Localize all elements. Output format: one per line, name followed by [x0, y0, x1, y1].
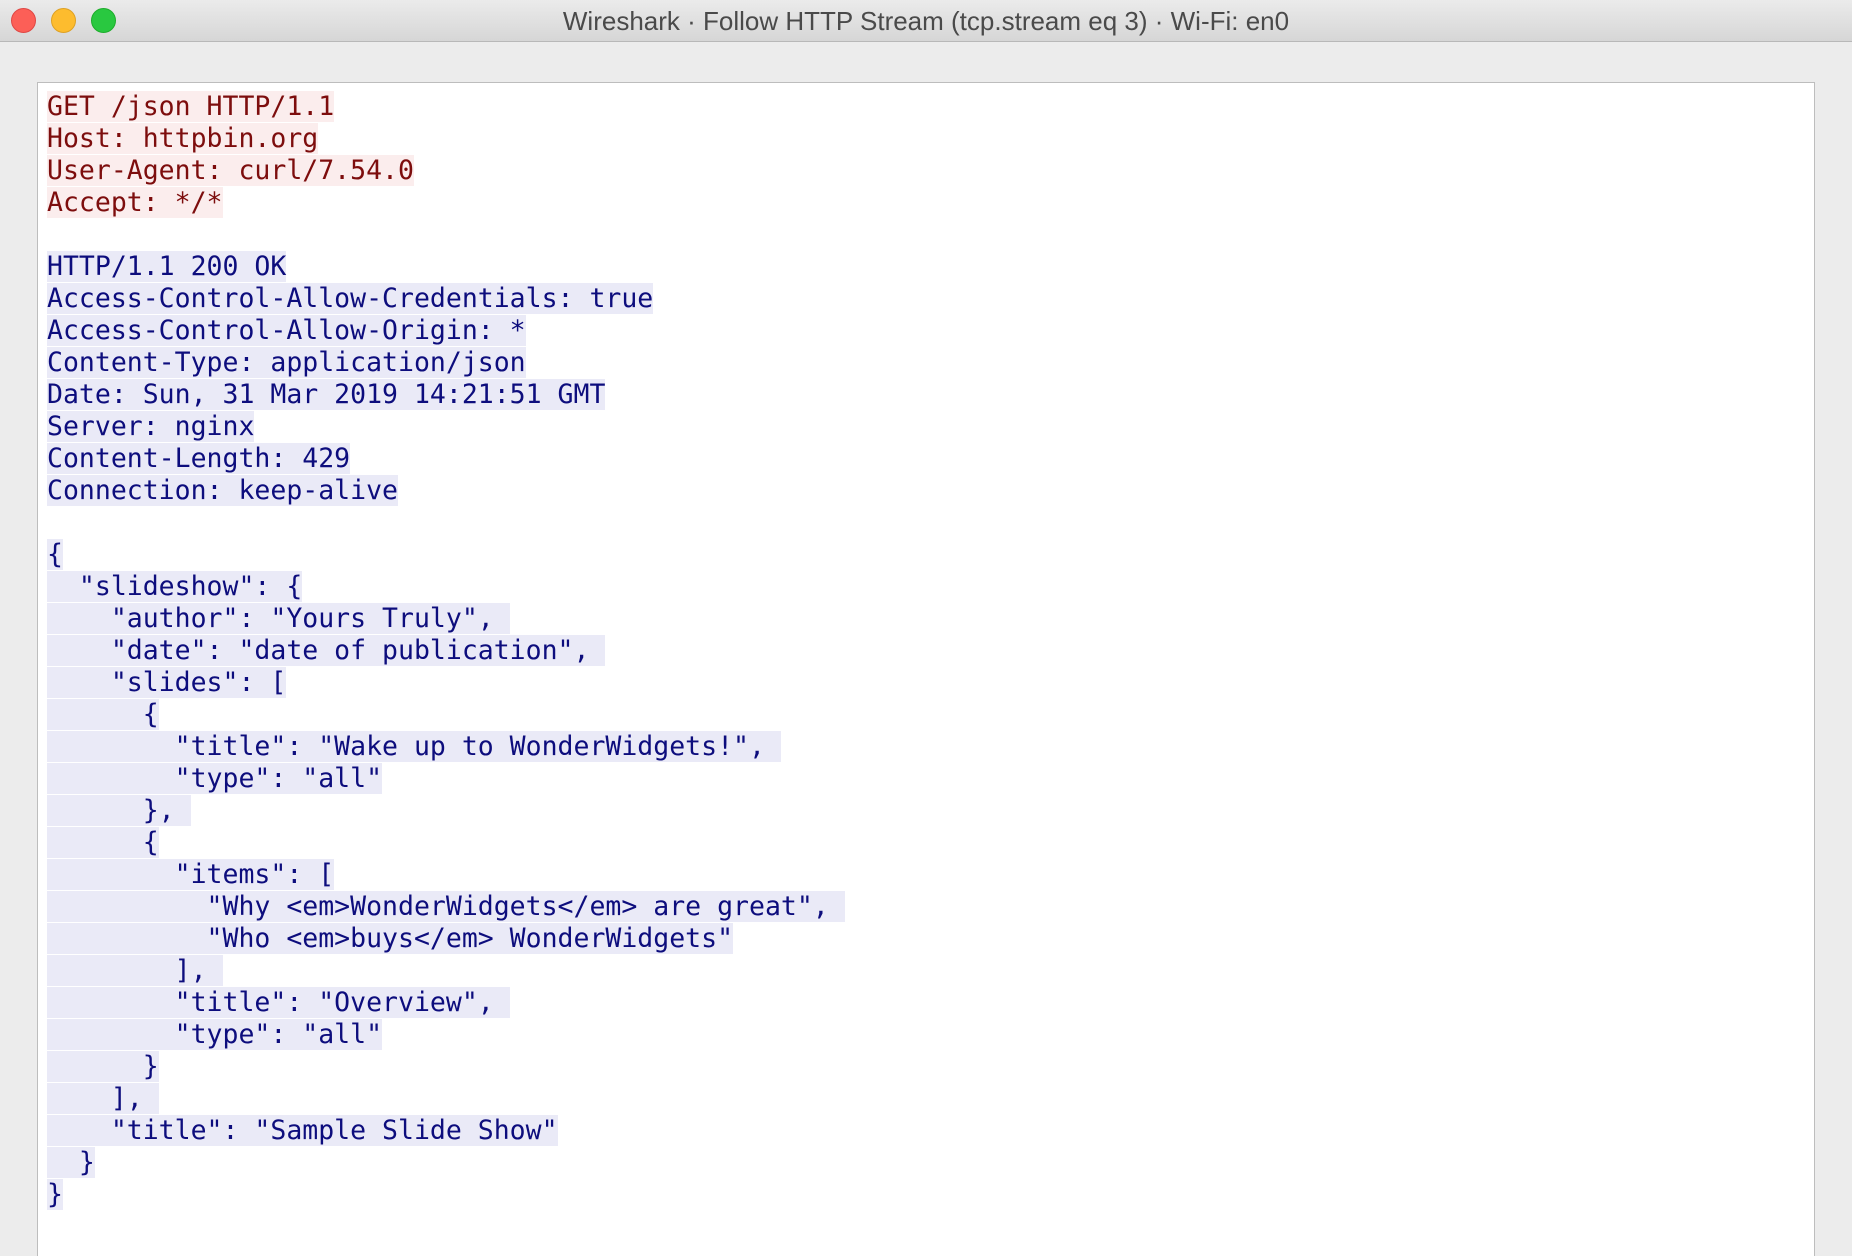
stream-line-text: "Who <em>buys</em> WonderWidgets": [47, 923, 734, 954]
stream-line-text: "type": "all": [47, 1019, 383, 1050]
title-bar[interactable]: Wireshark · Follow HTTP Stream (tcp.stre…: [0, 0, 1852, 42]
server-response-line: },: [47, 795, 845, 827]
stream-line-text: {: [47, 699, 159, 730]
server-response-line: ],: [47, 1083, 845, 1115]
stream-line-text: "author": "Yours Truly",: [47, 603, 510, 634]
stream-line-text: }: [47, 1147, 95, 1178]
server-response-line: "title": "Overview",: [47, 987, 845, 1019]
server-response-line: ],: [47, 955, 845, 987]
stream-line-text: "title": "Sample Slide Show": [47, 1115, 558, 1146]
server-response-line: {: [47, 827, 845, 859]
server-response-line: Server: nginx: [47, 411, 845, 443]
stream-line-text: Access-Control-Allow-Origin: *: [47, 315, 526, 346]
server-response-line: "title": "Wake up to WonderWidgets!",: [47, 731, 845, 763]
stream-line-text: "title": "Wake up to WonderWidgets!",: [47, 731, 781, 762]
server-response-line: "type": "all": [47, 1019, 845, 1051]
client-request-line: User-Agent: curl/7.54.0: [47, 155, 845, 187]
server-response-line: Content-Length: 429: [47, 443, 845, 475]
stream-line-text: {: [47, 827, 159, 858]
server-response-line: {: [47, 699, 845, 731]
stream-line-text: Connection: keep-alive: [47, 475, 398, 506]
server-response-line: "slides": [: [47, 667, 845, 699]
server-response-line: "items": [: [47, 859, 845, 891]
stream-line-text: ],: [47, 1083, 159, 1114]
server-response-line: "author": "Yours Truly",: [47, 603, 845, 635]
stream-line-text: GET /json HTTP/1.1: [47, 91, 335, 122]
server-response-line: {: [47, 539, 845, 571]
blank-line: [47, 507, 845, 539]
stream-line-text: "slideshow": {: [47, 571, 303, 602]
server-response-line: "Who <em>buys</em> WonderWidgets": [47, 923, 845, 955]
server-response-line: Connection: keep-alive: [47, 475, 845, 507]
stream-line-text: HTTP/1.1 200 OK: [47, 251, 287, 282]
stream-line-text: Access-Control-Allow-Credentials: true: [47, 283, 654, 314]
stream-line-text: Accept: */*: [47, 187, 223, 218]
server-response-line: Content-Type: application/json: [47, 347, 845, 379]
server-response-line: "type": "all": [47, 763, 845, 795]
stream-line-text: }: [47, 1179, 63, 1210]
stream-line-text: User-Agent: curl/7.54.0: [47, 155, 414, 186]
stream-line-text: "type": "all": [47, 763, 383, 794]
server-response-line: }: [47, 1179, 845, 1211]
server-response-line: }: [47, 1147, 845, 1179]
server-response-line: Date: Sun, 31 Mar 2019 14:21:51 GMT: [47, 379, 845, 411]
window-title: Wireshark · Follow HTTP Stream (tcp.stre…: [562, 6, 1290, 36]
stream-line-text: }: [47, 1051, 159, 1082]
server-response-line: "date": "date of publication",: [47, 635, 845, 667]
stream-content-pane[interactable]: GET /json HTTP/1.1 Host: httpbin.org User-…: [37, 82, 1815, 1256]
stream-line-text: "slides": [: [47, 667, 287, 698]
stream-line-text: Content-Type: application/json: [47, 347, 526, 378]
server-response-line: "Why <em>WonderWidgets</em> are great",: [47, 891, 845, 923]
blank-line: [47, 219, 845, 251]
stream-line-text: Content-Length: 429: [47, 443, 351, 474]
follow-stream-window: Wireshark · Follow HTTP Stream (tcp.stre…: [0, 0, 1852, 1256]
server-response-line: HTTP/1.1 200 OK: [47, 251, 845, 283]
stream-line-text: ],: [47, 955, 223, 986]
client-request-line: Host: httpbin.org: [47, 123, 845, 155]
stream-line-text: "title": "Overview",: [47, 987, 510, 1018]
stream-line-text: Server: nginx: [47, 411, 255, 442]
stream-line-text: "date": "date of publication",: [47, 635, 606, 666]
server-response-line: "slideshow": {: [47, 571, 845, 603]
stream-lines: GET /json HTTP/1.1 Host: httpbin.org User-…: [47, 91, 845, 1211]
server-response-line: "title": "Sample Slide Show": [47, 1115, 845, 1147]
stream-line-text: "Why <em>WonderWidgets</em> are great",: [47, 891, 845, 922]
client-request-line: Accept: */*: [47, 187, 845, 219]
server-response-line: }: [47, 1051, 845, 1083]
server-response-line: Access-Control-Allow-Origin: *: [47, 315, 845, 347]
stream-line-text: },: [47, 795, 191, 826]
stream-line-text: "items": [: [47, 859, 335, 890]
stream-line-text: Date: Sun, 31 Mar 2019 14:21:51 GMT: [47, 379, 606, 410]
client-request-line: GET /json HTTP/1.1: [47, 91, 845, 123]
server-response-line: Access-Control-Allow-Credentials: true: [47, 283, 845, 315]
stream-line-text: {: [47, 539, 63, 570]
stream-line-text: Host: httpbin.org: [47, 123, 319, 154]
